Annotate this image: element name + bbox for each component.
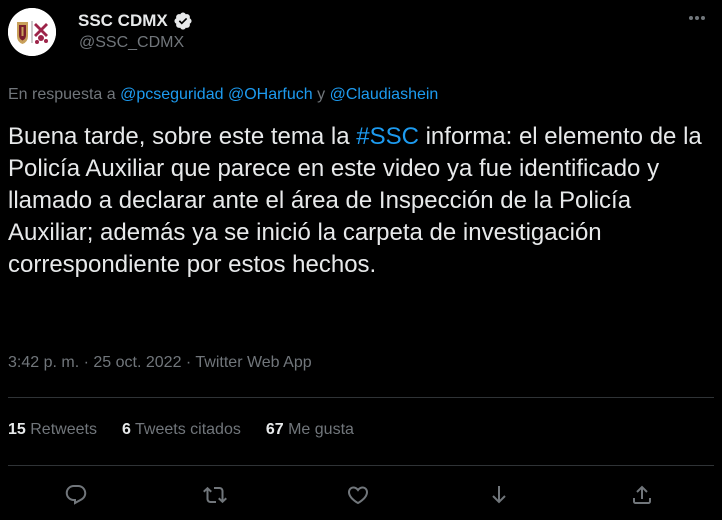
verified-badge-icon — [173, 11, 193, 31]
hashtag-link[interactable]: #SSC — [356, 123, 419, 150]
retweets-count: 15 — [8, 421, 26, 438]
action-bar — [0, 470, 722, 520]
likes-count: 67 — [265, 421, 284, 438]
reply-prefix: En respuesta a — [8, 86, 116, 103]
retweet-icon[interactable] — [202, 482, 228, 508]
more-icon[interactable] — [683, 8, 711, 28]
tweet-date[interactable]: 25 oct. 2022 — [93, 354, 181, 371]
tweet-text: Buena tarde, sobre este tema la #SSC inf… — [8, 121, 714, 281]
author-handle[interactable]: @SSC_CDMX — [79, 34, 184, 52]
retweets-stat[interactable]: 15 Retweets — [8, 421, 97, 439]
avatar[interactable] — [8, 8, 56, 56]
heart-icon[interactable] — [345, 482, 371, 508]
meta-separator: · — [83, 354, 89, 371]
tweet-source[interactable]: Twitter Web App — [195, 354, 311, 371]
tweet-text-part: Buena tarde, sobre este tema la — [8, 123, 357, 150]
quotes-count: 6 — [121, 421, 131, 438]
reply-context: En respuesta a @pcseguridad @OHarfuch y … — [8, 86, 438, 104]
quotes-label: Tweets citados — [135, 421, 241, 438]
mention-link[interactable]: @pcseguridad — [120, 86, 223, 103]
retweets-label: Retweets — [30, 421, 97, 438]
reply-icon[interactable] — [63, 482, 89, 508]
likes-label: Me gusta — [288, 421, 354, 438]
divider — [8, 397, 714, 398]
divider — [8, 465, 714, 466]
share-icon[interactable] — [629, 482, 655, 508]
download-icon[interactable] — [486, 482, 512, 508]
tweet-stats: 15 Retweets 6 Tweets citados 67 Me gusta — [8, 421, 379, 439]
ssc-cdmx-logo — [8, 8, 56, 56]
likes-stat[interactable]: 67 Me gusta — [266, 421, 354, 439]
meta-separator: · — [185, 354, 192, 371]
reply-conjunction: y — [317, 86, 326, 103]
tweet-meta: 3:42 p. m. · 25 oct. 2022 · Twitter Web … — [8, 354, 312, 372]
display-name[interactable]: SSC CDMX — [78, 11, 168, 31]
tweet-header: SSC CDMX @SSC_CDMX — [0, 0, 722, 70]
tweet-time[interactable]: 3:42 p. m. — [8, 354, 79, 371]
mention-link[interactable]: @Claudiashein — [330, 86, 439, 103]
quotes-stat[interactable]: 6 Tweets citados — [122, 421, 241, 439]
author-name-line: SSC CDMX — [78, 10, 193, 32]
mention-link[interactable]: @OHarfuch — [228, 86, 313, 103]
